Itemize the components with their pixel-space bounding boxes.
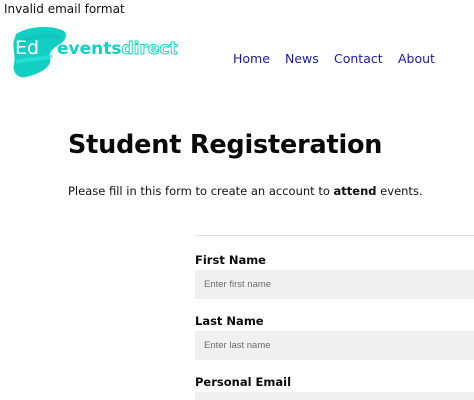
last-name-label: Last Name bbox=[195, 314, 264, 328]
nav-contact-link[interactable]: Contact bbox=[334, 51, 383, 66]
form-divider bbox=[195, 235, 474, 236]
first-name-input[interactable] bbox=[195, 270, 474, 299]
nav-home-link[interactable]: Home bbox=[233, 51, 270, 66]
personal-email-input[interactable] bbox=[195, 392, 474, 400]
personal-email-label: Personal Email bbox=[195, 375, 292, 389]
intro-text-bold: attend bbox=[333, 184, 377, 198]
nav-about-link[interactable]: About bbox=[398, 51, 435, 66]
error-message: Invalid email format bbox=[4, 2, 125, 16]
first-name-label: First Name bbox=[195, 253, 266, 267]
intro-text-end: events. bbox=[376, 184, 423, 198]
nav-news-link[interactable]: News bbox=[285, 51, 319, 66]
last-name-input[interactable] bbox=[195, 331, 474, 360]
intro-text-start: Please fill in this form to create an ac… bbox=[68, 184, 334, 198]
main-nav: Home News Contact About bbox=[0, 51, 474, 69]
page-title: Student Registeration bbox=[68, 130, 383, 160]
intro-text: Please fill in this form to create an ac… bbox=[68, 184, 423, 198]
